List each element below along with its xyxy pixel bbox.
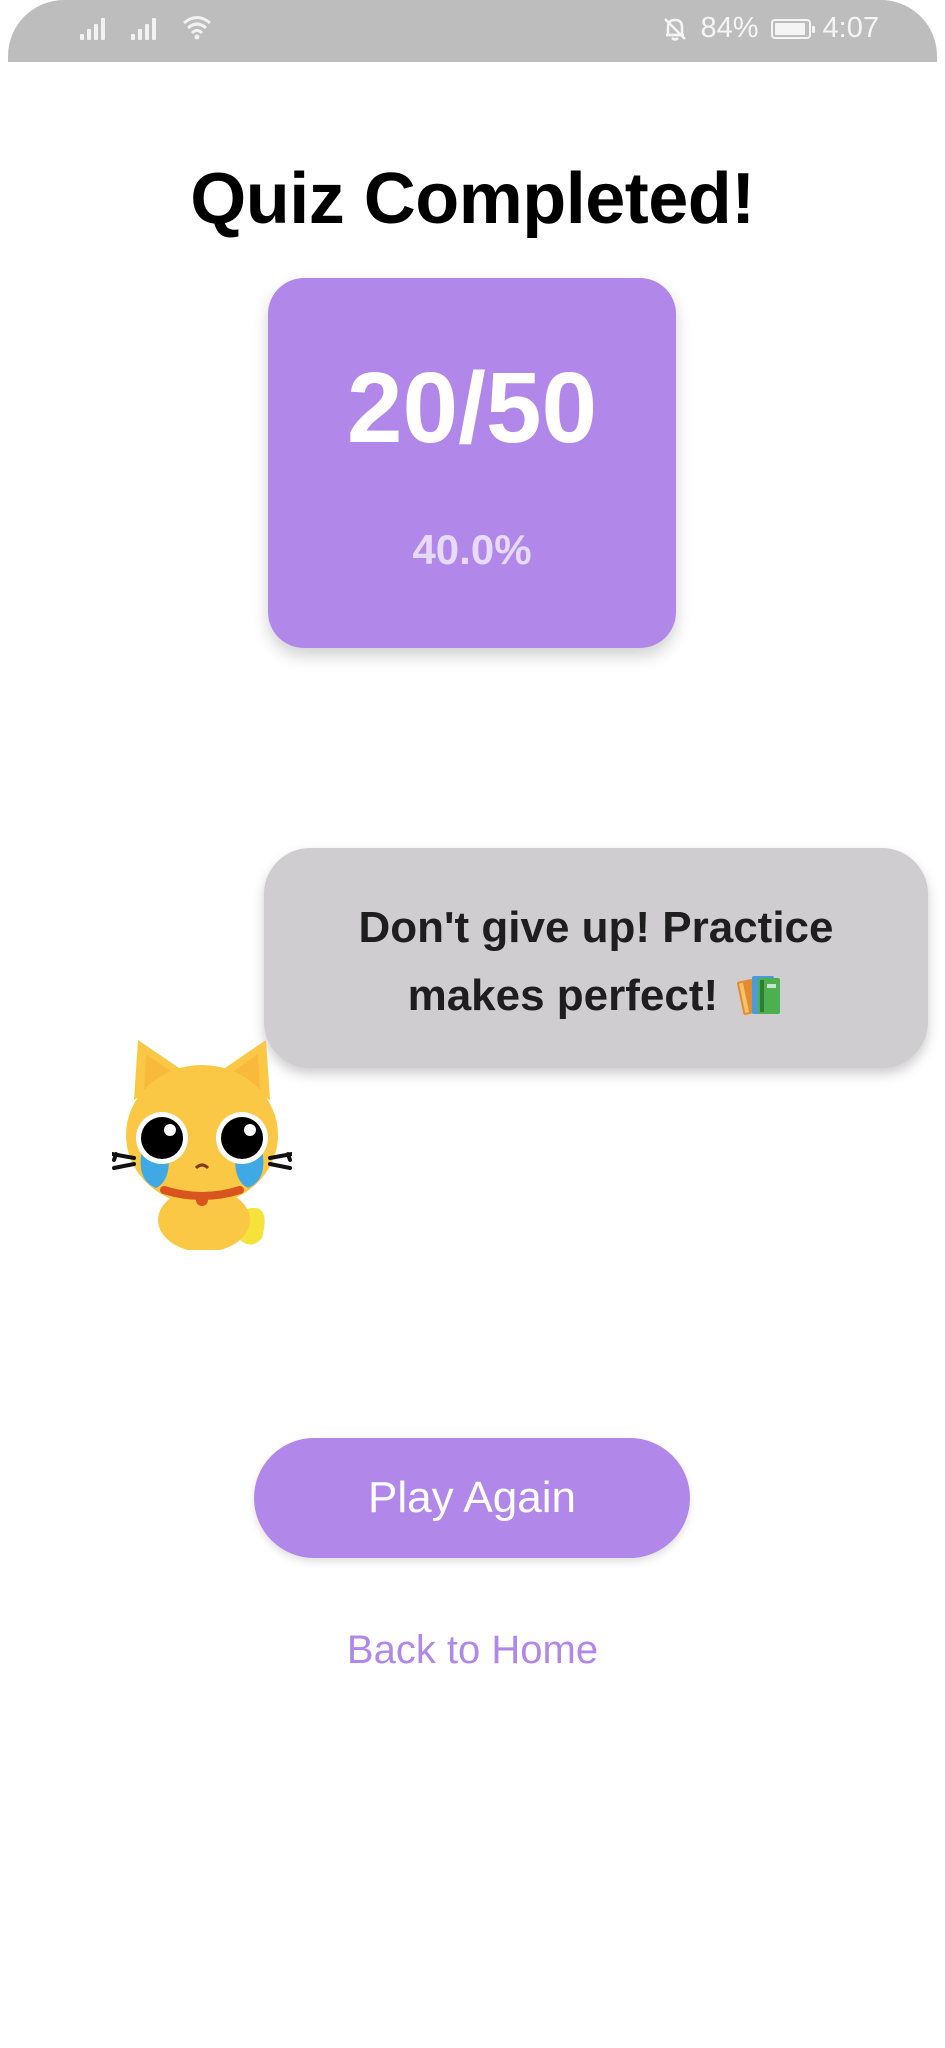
signal-icon	[80, 16, 105, 40]
battery-percent: 84%	[700, 12, 759, 44]
back-to-home-link[interactable]: Back to Home	[0, 1628, 945, 1673]
mute-icon	[663, 17, 686, 41]
status-time: 4:07	[822, 12, 879, 44]
signal-icon	[131, 16, 156, 40]
battery-icon	[770, 18, 815, 39]
status-left	[80, 14, 212, 40]
wifi-icon	[183, 16, 211, 40]
crying-cat-icon	[112, 1040, 292, 1250]
score-card: 20/50 40.0%	[268, 278, 676, 648]
books-icon	[736, 970, 784, 1018]
score-value: 20/50	[346, 352, 598, 464]
status-bar: 84% 4:07	[8, 0, 937, 62]
message-bubble: Don't give up! Practice makes perfect!	[264, 848, 928, 1068]
page-title: Quiz Completed!	[190, 159, 755, 239]
message-text-container: Don't give up! Practice makes perfect!	[294, 894, 898, 1030]
score-percent: 40.0%	[412, 526, 532, 573]
status-right: 84% 4:07	[661, 12, 879, 45]
quiz-result-screen: 84% 4:07 Quiz Completed! 20/50 40.0% Don…	[0, 0, 945, 2048]
play-again-button[interactable]: Play Again	[254, 1438, 690, 1558]
